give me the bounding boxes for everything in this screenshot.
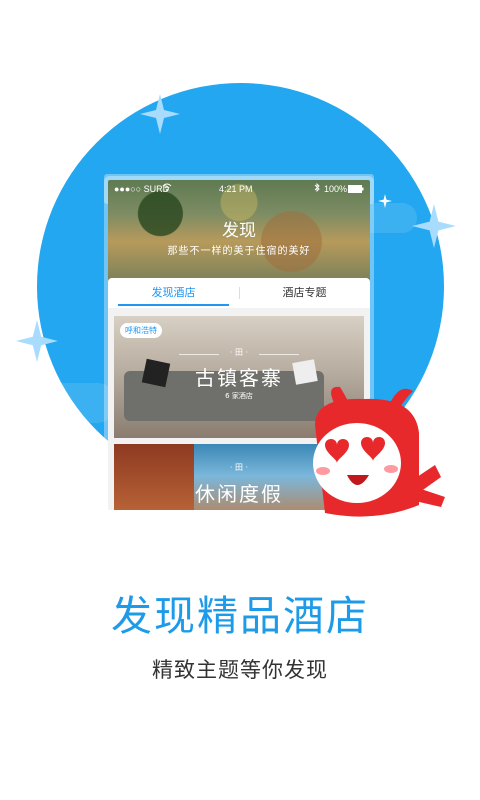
city-tag[interactable]: 呼和浩特 xyxy=(120,323,162,338)
wifi-icon xyxy=(162,182,172,194)
carrier-text: ●●●○○ SURD xyxy=(114,184,170,194)
card-mark: · 田 · xyxy=(229,348,249,357)
tab-hotel-topics[interactable]: 酒店专题 xyxy=(239,278,370,308)
sparkle-icon xyxy=(16,320,58,362)
clock-text: 4:21 PM xyxy=(219,184,253,194)
mascot-icon xyxy=(295,385,455,525)
sparkle-icon xyxy=(378,194,392,208)
headline: 发现精品酒店 xyxy=(111,592,369,640)
status-bar: ●●●○○ SURD 4:21 PM 100% xyxy=(108,180,370,198)
tagline: 精致主题等你发现 xyxy=(152,658,328,682)
tab-discover-hotels[interactable]: 发现酒店 xyxy=(108,278,239,308)
battery-level: 100% xyxy=(324,184,348,194)
battery-icon xyxy=(348,185,364,195)
hero-title: 发现 xyxy=(222,221,256,241)
sparkle-icon xyxy=(140,94,180,134)
hero-banner: ●●●○○ SURD 4:21 PM 100% 发现 那些不一样的美于住宿的美好 xyxy=(108,180,370,292)
cloud-decoration xyxy=(37,383,117,423)
illustration: ●●●○○ SURD 4:21 PM 100% 发现 那些不一样的美于住宿的美好… xyxy=(0,0,480,560)
sparkle-icon xyxy=(412,204,456,248)
tab-bar: 发现酒店 酒店专题 xyxy=(108,278,370,308)
hero-subtitle: 那些不一样的美于住宿的美好 xyxy=(167,246,311,257)
bluetooth-icon xyxy=(314,182,320,195)
